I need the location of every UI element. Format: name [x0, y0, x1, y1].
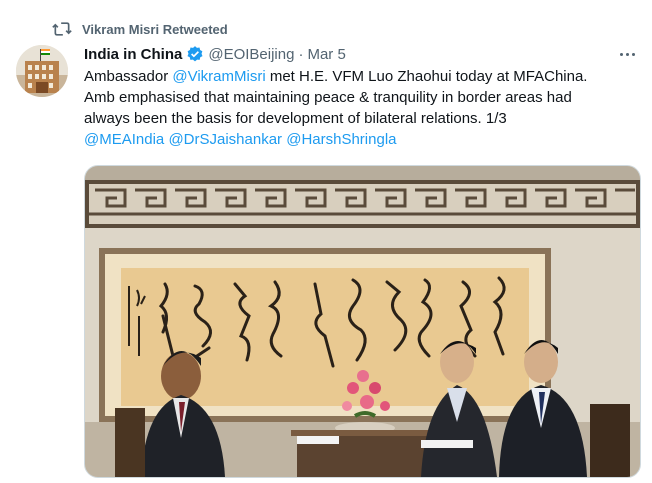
- author-handle[interactable]: @EOIBeijing: [208, 46, 294, 63]
- tweet-text-segment: Ambassador: [84, 68, 173, 85]
- more-dot: [631, 52, 635, 56]
- mention-link[interactable]: @VikramMisri: [172, 68, 265, 85]
- tweet-card[interactable]: Vikram Misri Retweeted India in China @E…: [0, 0, 652, 483]
- more-options-button[interactable]: [616, 44, 638, 64]
- verified-badge-icon: [187, 46, 203, 62]
- more-dots-icon: [619, 52, 623, 56]
- mention-link[interactable]: @HarshShringla: [286, 131, 396, 148]
- tweet-line-1: Ambassador @VikramMisri met H.E. VFM Luo…: [84, 66, 644, 87]
- tweet-text: Ambassador @VikramMisri met H.E. VFM Luo…: [84, 66, 644, 150]
- avatar[interactable]: [16, 45, 68, 97]
- building-flag-avatar: [16, 45, 68, 97]
- tweet-date[interactable]: Mar 5: [307, 46, 345, 63]
- tweet-line-4: @MEAIndia @DrSJaishankar @HarshShringla: [84, 129, 644, 150]
- meeting-photo: [85, 166, 640, 477]
- separator-dot: ·: [298, 45, 304, 63]
- tweet-text-segment: met H.E. VFM Luo Zhaohui today at MFAChi…: [265, 68, 588, 85]
- retweet-context: Vikram Misri Retweeted: [52, 20, 228, 38]
- more-dot: [625, 52, 629, 56]
- tweet-line-3: always been the basis for development of…: [84, 110, 507, 127]
- tweet-header: India in China @EOIBeijing · Mar 5: [84, 44, 346, 64]
- tweet-line-2: Amb emphasised that maintaining peace & …: [84, 89, 572, 106]
- retweet-label[interactable]: Vikram Misri Retweeted: [82, 22, 228, 37]
- retweet-icon: [52, 22, 72, 36]
- tweet-photo[interactable]: [84, 165, 641, 478]
- mention-link[interactable]: @MEAIndia: [84, 131, 164, 148]
- author-name[interactable]: India in China: [84, 46, 182, 63]
- mention-link[interactable]: @DrSJaishankar: [168, 131, 282, 148]
